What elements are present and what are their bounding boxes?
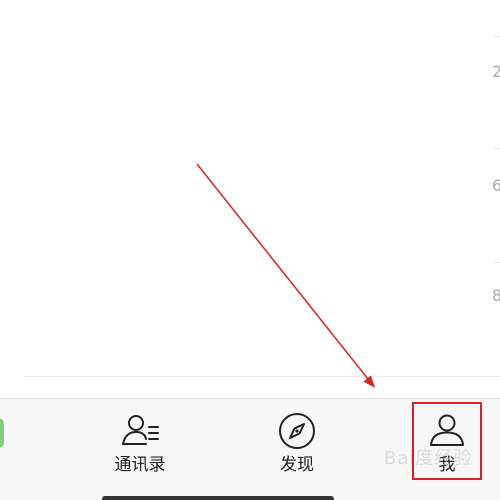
list-bottom-divider xyxy=(24,376,500,377)
list-divider xyxy=(494,262,500,263)
tab-discover[interactable]: 发现 xyxy=(257,398,337,500)
chat-list-area[interactable]: 2 6 8 xyxy=(0,0,500,398)
tab-contacts[interactable]: 通讯录 xyxy=(100,398,180,500)
annotation-highlight-box xyxy=(412,402,482,480)
list-divider xyxy=(494,148,500,149)
contacts-icon xyxy=(122,415,159,445)
home-indicator xyxy=(102,496,334,500)
compass-icon xyxy=(279,413,315,449)
tab-discover-label: 发现 xyxy=(280,455,314,475)
list-item-edge-text: 2 xyxy=(492,62,500,81)
screen: 2 6 8 通讯录 发现 我 Bai度经验 xyxy=(0,0,500,500)
list-divider xyxy=(494,36,500,37)
tab-contacts-label: 通讯录 xyxy=(114,455,166,475)
list-item-edge-text: 6 xyxy=(492,176,500,195)
list-item-edge-text: 8 xyxy=(492,286,500,305)
chats-icon-partial[interactable] xyxy=(0,418,4,448)
